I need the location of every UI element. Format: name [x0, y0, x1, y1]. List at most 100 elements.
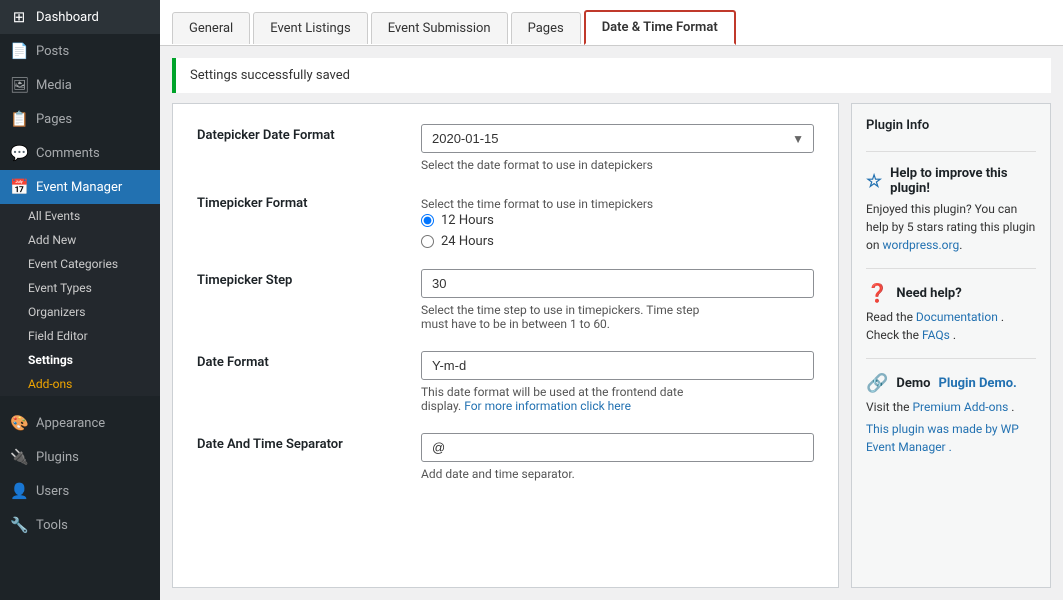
radio-12-hours-label: 12 Hours [441, 213, 494, 228]
datepicker-date-format-select[interactable]: 2020-01-15 01/15/2020 15/01/2020 January… [421, 124, 814, 153]
panel-layout: Datepicker Date Format 2020-01-15 01/15/… [172, 103, 1051, 588]
sidebar-item-settings[interactable]: Settings [0, 348, 160, 372]
sidebar-item-label: Posts [36, 44, 69, 59]
datepicker-hint: Select the date format to use in datepic… [421, 158, 814, 172]
plugin-info-box: Plugin Info ☆ Help to improve this plugi… [851, 103, 1051, 588]
tools-label: Tools [36, 518, 68, 533]
premium-add-ons-link[interactable]: Premium Add-ons [912, 400, 1008, 414]
sidebar-item-add-new[interactable]: Add New [0, 228, 160, 252]
faqs-link[interactable]: FAQs [922, 328, 950, 342]
success-notice: Settings successfully saved [172, 58, 1051, 93]
timepicker-step-input[interactable] [421, 269, 814, 298]
sidebar-item-all-events[interactable]: All Events [0, 204, 160, 228]
organizers-label: Organizers [28, 305, 86, 319]
documentation-link[interactable]: Documentation [916, 310, 998, 324]
tab-date-time-format[interactable]: Date & Time Format [584, 10, 736, 45]
sidebar-item-pages[interactable]: 📋 Pages [0, 102, 160, 136]
sidebar-item-field-editor[interactable]: Field Editor [0, 324, 160, 348]
tabs-bar: General Event Listings Event Submission … [160, 0, 1063, 46]
comments-icon: 💬 [10, 144, 28, 162]
field-row-datepicker-date-format: Datepicker Date Format 2020-01-15 01/15/… [197, 124, 814, 172]
tab-pages[interactable]: Pages [511, 12, 581, 44]
sidebar-item-posts[interactable]: 📄 Posts [0, 34, 160, 68]
dashboard-icon: ⊞ [10, 8, 28, 26]
sidebar-item-organizers[interactable]: Organizers [0, 300, 160, 324]
appearance-icon: 🎨 [10, 414, 28, 432]
demo-icon: 🔗 [866, 373, 888, 394]
timepicker-step-hint: Select the time step to use in timepicke… [421, 303, 814, 331]
tab-event-submission[interactable]: Event Submission [371, 12, 508, 44]
event-manager-icon: 📅 [10, 178, 28, 196]
demo-text: Visit the Premium Add-ons . [866, 398, 1036, 416]
notice-text: Settings successfully saved [190, 68, 350, 83]
tab-event-listings[interactable]: Event Listings [253, 12, 367, 44]
help-improve-title: Help to improve this plugin! [890, 166, 1036, 196]
wordpress-org-link[interactable]: wordpress.org [882, 238, 959, 252]
help-improve-text: Enjoyed this plugin? You can help by 5 s… [866, 200, 1036, 254]
sidebar-item-appearance[interactable]: 🎨 Appearance [0, 406, 160, 440]
users-icon: 👤 [10, 482, 28, 500]
event-manager-submenu: All Events Add New Event Categories Even… [0, 204, 160, 396]
sidebar-item-label: Pages [36, 112, 72, 127]
main-content: General Event Listings Event Submission … [160, 0, 1063, 600]
event-categories-label: Event Categories [28, 257, 118, 271]
divider-1 [866, 151, 1036, 152]
tools-icon: 🔧 [10, 516, 28, 534]
field-row-timepicker-format: Timepicker Format Select the time format… [197, 192, 814, 249]
sidebar: ⊞ Dashboard 📄 Posts 🖼 Media 📋 Pages 💬 Co… [0, 0, 160, 600]
date-format-more-info-link[interactable]: For more information click here [464, 399, 631, 413]
date-format-hint: This date format will be used at the fro… [421, 385, 814, 413]
help-improve-header: ☆ Help to improve this plugin! [866, 166, 1036, 196]
plugin-demo-link[interactable]: Plugin Demo. [939, 376, 1017, 391]
field-label-date-format: Date Format [197, 351, 397, 370]
date-time-separator-hint: Add date and time separator. [421, 467, 814, 481]
pages-icon: 📋 [10, 110, 28, 128]
made-by-text: This plugin was made by WP Event Manager… [866, 420, 1036, 456]
sidebar-item-tools[interactable]: 🔧 Tools [0, 508, 160, 542]
field-editor-label: Field Editor [28, 329, 88, 343]
settings-label: Settings [28, 353, 73, 367]
plugins-label: Plugins [36, 450, 79, 465]
content-area: Settings successfully saved Datepicker D… [160, 46, 1063, 600]
sidebar-item-event-categories[interactable]: Event Categories [0, 252, 160, 276]
field-row-date-format: Date Format This date format will be use… [197, 351, 814, 413]
plugin-info-help-improve: ☆ Help to improve this plugin! Enjoyed t… [866, 166, 1036, 254]
sidebar-item-media[interactable]: 🖼 Media [0, 68, 160, 102]
date-time-separator-input[interactable] [421, 433, 814, 462]
field-label-timepicker: Timepicker Format [197, 192, 397, 211]
radio-12-hours[interactable]: 12 Hours [421, 213, 814, 228]
sidebar-item-label: Media [36, 78, 72, 93]
posts-icon: 📄 [10, 42, 28, 60]
tab-general[interactable]: General [172, 12, 250, 44]
plugins-icon: 🔌 [10, 448, 28, 466]
add-ons-label: Add-ons [28, 377, 72, 391]
sidebar-item-event-types[interactable]: Event Types [0, 276, 160, 300]
field-row-date-time-separator: Date And Time Separator Add date and tim… [197, 433, 814, 481]
field-label-timepicker-step: Timepicker Step [197, 269, 397, 288]
appearance-label: Appearance [36, 416, 105, 431]
question-icon: ❓ [866, 283, 888, 304]
star-icon: ☆ [866, 171, 882, 192]
divider-2 [866, 268, 1036, 269]
sidebar-item-event-manager[interactable]: 📅 Event Manager [0, 170, 160, 204]
plugin-info-demo: 🔗 Demo Plugin Demo. Visit the Premium Ad… [866, 373, 1036, 456]
sidebar-item-comments[interactable]: 💬 Comments [0, 136, 160, 170]
radio-24-hours[interactable]: 24 Hours [421, 234, 814, 249]
date-format-input[interactable] [421, 351, 814, 380]
plugin-info-need-help: ❓ Need help? Read the Documentation . Ch… [866, 283, 1036, 344]
field-content-datepicker: 2020-01-15 01/15/2020 15/01/2020 January… [421, 124, 814, 172]
sidebar-item-label: Comments [36, 146, 100, 161]
sidebar-item-users[interactable]: 👤 Users [0, 474, 160, 508]
field-label-datepicker: Datepicker Date Format [197, 124, 397, 143]
sidebar-item-label: Dashboard [36, 10, 99, 25]
need-help-header: ❓ Need help? [866, 283, 1036, 304]
sidebar-item-dashboard[interactable]: ⊞ Dashboard [0, 0, 160, 34]
radio-24-hours-input[interactable] [421, 235, 434, 248]
sidebar-item-add-ons[interactable]: Add-ons [0, 372, 160, 396]
field-label-date-time-separator: Date And Time Separator [197, 433, 397, 452]
timepicker-radio-group: 12 Hours 24 Hours [421, 213, 814, 249]
radio-12-hours-input[interactable] [421, 214, 434, 227]
sidebar-item-plugins[interactable]: 🔌 Plugins [0, 440, 160, 474]
datepicker-select-wrapper: 2020-01-15 01/15/2020 15/01/2020 January… [421, 124, 814, 153]
divider-3 [866, 358, 1036, 359]
